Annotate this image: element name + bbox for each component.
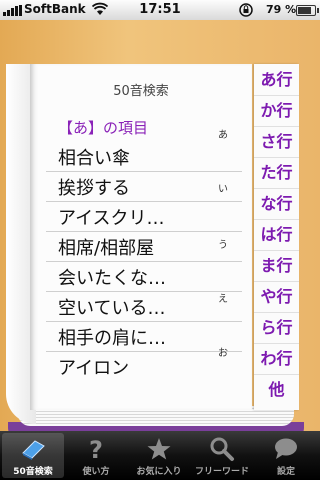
index-tab-ka[interactable]: か行 xyxy=(254,95,299,127)
list-item[interactable]: アイスクリ… xyxy=(46,202,242,232)
index-tab-a[interactable]: あ行 xyxy=(254,64,299,96)
index-tab-ra[interactable]: ら行 xyxy=(254,312,299,344)
battery-percent: 79 % xyxy=(266,3,297,16)
index-tab-ma[interactable]: ま行 xyxy=(254,250,299,282)
index-tab-sa[interactable]: さ行 xyxy=(254,126,299,158)
speech-bubble-icon xyxy=(275,438,297,459)
word-label: 相合い傘 xyxy=(58,148,130,169)
svg-text:?: ? xyxy=(89,436,103,462)
index-tab-other[interactable]: 他 xyxy=(254,374,299,405)
magnifier-icon xyxy=(210,437,234,461)
list-item[interactable]: アイロン xyxy=(46,352,242,381)
tab-favorites[interactable]: お気に入り xyxy=(128,433,190,478)
book-icon xyxy=(22,440,45,460)
list-item[interactable]: 相合い傘 xyxy=(46,142,242,172)
tab-how-to-use[interactable]: ? 使い方 xyxy=(65,433,127,478)
index-tab-ya[interactable]: や行 xyxy=(254,281,299,313)
tab-free-word[interactable]: フリーワード xyxy=(191,433,253,478)
tab-settings[interactable]: 設定 xyxy=(255,433,317,478)
rotation-lock-icon xyxy=(238,2,254,21)
status-bar: SoftBank 17:51 79 % xyxy=(0,0,320,20)
word-label: アイスクリ… xyxy=(58,208,165,229)
word-label: 空いている… xyxy=(58,298,166,319)
word-label: 会いたくな… xyxy=(58,268,166,289)
word-label: 相手の肩に… xyxy=(58,328,166,349)
index-tab-na[interactable]: な行 xyxy=(254,188,299,220)
list-item[interactable]: 相席/相部屋 xyxy=(46,232,242,262)
word-label: 挨拶する xyxy=(58,178,130,199)
question-icon: ? xyxy=(89,436,103,462)
word-label: 相席/相部屋 xyxy=(58,238,155,259)
index-tab-ha[interactable]: は行 xyxy=(254,219,299,251)
list-item[interactable]: 挨拶する xyxy=(46,172,242,202)
kana-index-mark[interactable]: う xyxy=(218,236,228,251)
index-tab-ta[interactable]: た行 xyxy=(254,157,299,189)
book-page: 50音検索 【あ】の項目 相合い傘 挨拶する アイスクリ… 相席/相部屋 会いた… xyxy=(30,64,252,410)
tab-label: フリーワード xyxy=(194,467,249,477)
book-background: 50音検索 【あ】の項目 相合い傘 挨拶する アイスクリ… 相席/相部屋 会いた… xyxy=(0,20,320,438)
tab-50on-search[interactable]: 50音検索 xyxy=(2,433,64,478)
list-item[interactable]: 相手の肩に… xyxy=(46,322,242,352)
battery-icon xyxy=(296,5,319,16)
kana-index-mark[interactable]: あ xyxy=(218,126,228,141)
word-label: アイロン xyxy=(58,358,130,379)
list-item[interactable]: 空いている… xyxy=(46,292,242,322)
section-header: 【あ】の項目 xyxy=(58,119,149,137)
tab-label: お気に入り xyxy=(136,467,182,477)
kana-index-mark[interactable]: い xyxy=(218,180,228,195)
tab-label: 使い方 xyxy=(82,467,110,477)
gyou-index: あ行 か行 さ行 た行 な行 は行 ま行 や行 ら行 わ行 他 xyxy=(254,64,299,410)
kana-index-mark[interactable]: え xyxy=(218,290,228,305)
tab-label: 50音検索 xyxy=(13,467,53,477)
index-tab-wa[interactable]: わ行 xyxy=(254,343,299,375)
list-item[interactable]: 会いたくな… xyxy=(46,262,242,292)
kana-index-mark[interactable]: お xyxy=(218,344,228,359)
page-title: 50音検索 xyxy=(113,84,169,99)
star-icon xyxy=(147,438,171,460)
tab-bar: 50音検索 ? 使い方 お気に入り フリーワード 設定 xyxy=(0,431,320,480)
tab-label: 設定 xyxy=(276,467,295,477)
